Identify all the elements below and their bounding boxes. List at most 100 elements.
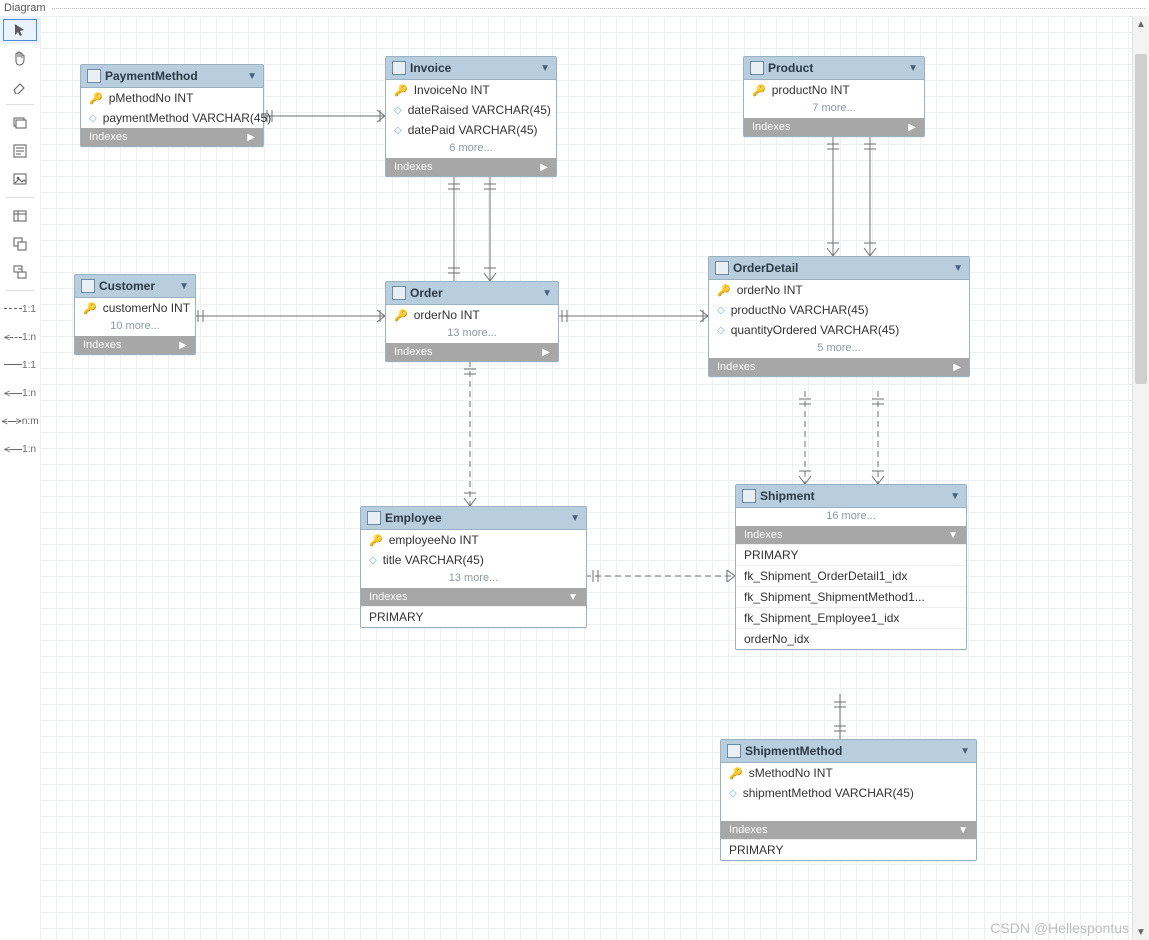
entity-shipment[interactable]: Shipment ▼ 16 more... Indexes▼ PRIMARY f…	[735, 484, 967, 650]
tool-layer[interactable]	[0, 109, 40, 137]
indexes-bar[interactable]: Indexes▶	[386, 158, 556, 176]
tool-pointer[interactable]	[0, 16, 40, 44]
field-row[interactable]: ◇shipmentMethod VARCHAR(45)	[721, 783, 976, 803]
indexes-bar[interactable]: Indexes▶	[744, 118, 924, 136]
indexes-bar[interactable]: Indexes▶	[709, 358, 969, 376]
collapse-icon[interactable]: ▼	[542, 288, 552, 299]
more-fields[interactable]: 5 more...	[709, 340, 969, 358]
field-row[interactable]: ◇paymentMethod VARCHAR(45)	[81, 108, 263, 128]
entity-header[interactable]: Customer ▼	[75, 275, 195, 298]
collapse-icon[interactable]: ▼	[953, 263, 963, 274]
more-fields[interactable]: 13 more...	[386, 325, 558, 343]
tool-note[interactable]	[0, 137, 40, 165]
column-icon: ◇	[394, 105, 402, 116]
entity-header[interactable]: OrderDetail ▼	[709, 257, 969, 280]
tool-new-view[interactable]	[0, 230, 40, 258]
entity-header[interactable]: ShipmentMethod ▼	[721, 740, 976, 763]
scroll-down-icon[interactable]: ▼	[1133, 924, 1149, 940]
tool-image[interactable]	[0, 165, 40, 193]
entity-title: Employee	[385, 511, 566, 525]
tool-rel-n-m[interactable]: ⪪⪫n:m	[0, 407, 40, 435]
expand-icon: ▶	[247, 132, 255, 143]
entity-header[interactable]: PaymentMethod ▼	[81, 65, 263, 88]
more-fields[interactable]: 13 more...	[361, 570, 586, 588]
entity-paymentmethod[interactable]: PaymentMethod ▼ 🔑pMethodNo INT ◇paymentM…	[80, 64, 264, 147]
collapse-icon[interactable]: ▼	[960, 746, 970, 757]
tool-hand[interactable]	[0, 44, 40, 72]
field-row[interactable]: 🔑employeeNo INT	[361, 530, 586, 550]
field-row[interactable]: 🔑sMethodNo INT	[721, 763, 976, 783]
diagram-canvas[interactable]: PaymentMethod ▼ 🔑pMethodNo INT ◇paymentM…	[40, 16, 1133, 940]
index-row[interactable]: PRIMARY	[721, 839, 976, 860]
tool-rel-1-n-identifying[interactable]: ⪪1:n	[0, 323, 40, 351]
entity-title: OrderDetail	[733, 261, 949, 275]
toolbox: 1:1 ⪪1:n 1:1 ⪪1:n ⪪⪫n:m ⪪1:n	[0, 16, 41, 940]
entity-orderdetail[interactable]: OrderDetail ▼ 🔑orderNo INT ◇productNo VA…	[708, 256, 970, 377]
indexes-bar[interactable]: Indexes▶	[75, 336, 195, 354]
tool-rel-1-n-nonident[interactable]: ⪪1:n	[0, 379, 40, 407]
field-row[interactable]: 🔑orderNo INT	[386, 305, 558, 325]
index-row[interactable]: PRIMARY	[736, 544, 966, 565]
indexes-bar[interactable]: Indexes▼	[736, 526, 966, 544]
entity-shipmentmethod[interactable]: ShipmentMethod ▼ 🔑sMethodNo INT ◇shipmen…	[720, 739, 977, 861]
entity-employee[interactable]: Employee ▼ 🔑employeeNo INT ◇title VARCHA…	[360, 506, 587, 628]
more-fields	[721, 803, 976, 821]
more-fields[interactable]: 16 more...	[736, 508, 966, 526]
indexes-bar[interactable]: Indexes▶	[81, 128, 263, 146]
entity-invoice[interactable]: Invoice ▼ 🔑InvoiceNo INT ◇dateRaised VAR…	[385, 56, 557, 177]
tool-routine[interactable]	[0, 258, 40, 286]
tool-rel-1-1-nonident[interactable]: 1:1	[0, 351, 40, 379]
entity-header[interactable]: Invoice ▼	[386, 57, 556, 80]
index-list: PRIMARY	[721, 839, 976, 860]
entity-header[interactable]: Order ▼	[386, 282, 558, 305]
scroll-thumb[interactable]	[1135, 54, 1147, 384]
collapse-icon[interactable]: ▼	[179, 281, 189, 292]
column-icon: ◇	[369, 555, 377, 566]
index-row[interactable]: PRIMARY	[361, 606, 586, 627]
pk-icon: 🔑	[394, 309, 408, 322]
collapse-icon[interactable]: ▼	[950, 491, 960, 502]
index-row[interactable]: fk_Shipment_ShipmentMethod1...	[736, 586, 966, 607]
index-row[interactable]: orderNo_idx	[736, 628, 966, 649]
tool-rel-1-1-identifying[interactable]: 1:1	[0, 295, 40, 323]
collapse-icon[interactable]: ▼	[247, 71, 257, 82]
indexes-bar[interactable]: Indexes▶	[386, 343, 558, 361]
tool-rel-1-n-pick[interactable]: ⪪1:n	[0, 435, 40, 463]
tool-new-table[interactable]	[0, 202, 40, 230]
field-row[interactable]: 🔑customerNo INT	[75, 298, 195, 318]
tool-eraser[interactable]	[0, 72, 40, 100]
scroll-up-icon[interactable]: ▲	[1133, 16, 1149, 32]
more-fields[interactable]: 6 more...	[386, 140, 556, 158]
column-icon: ◇	[717, 325, 725, 336]
index-list: PRIMARY	[361, 606, 586, 627]
more-fields[interactable]: 7 more...	[744, 100, 924, 118]
indexes-bar[interactable]: Indexes▼	[361, 588, 586, 606]
entity-header[interactable]: Product ▼	[744, 57, 924, 80]
field-row[interactable]: ◇dateRaised VARCHAR(45)	[386, 100, 556, 120]
entity-order[interactable]: Order ▼ 🔑orderNo INT 13 more... Indexes▶	[385, 281, 559, 362]
field-row[interactable]: ◇title VARCHAR(45)	[361, 550, 586, 570]
more-fields[interactable]: 10 more...	[75, 318, 195, 336]
entity-header[interactable]: Employee ▼	[361, 507, 586, 530]
indexes-bar[interactable]: Indexes▼	[721, 821, 976, 839]
field-row[interactable]: 🔑pMethodNo INT	[81, 88, 263, 108]
field-row[interactable]: 🔑productNo INT	[744, 80, 924, 100]
field-row[interactable]: ◇quantityOrdered VARCHAR(45)	[709, 320, 969, 340]
pk-icon: 🔑	[89, 92, 103, 105]
field-row[interactable]: ◇productNo VARCHAR(45)	[709, 300, 969, 320]
entity-body: 🔑pMethodNo INT ◇paymentMethod VARCHAR(45…	[81, 88, 263, 128]
index-row[interactable]: fk_Shipment_Employee1_idx	[736, 607, 966, 628]
index-row[interactable]: fk_Shipment_OrderDetail1_idx	[736, 565, 966, 586]
field-row[interactable]: 🔑InvoiceNo INT	[386, 80, 556, 100]
entity-product[interactable]: Product ▼ 🔑productNo INT 7 more... Index…	[743, 56, 925, 137]
collapse-icon[interactable]: ▼	[908, 63, 918, 74]
collapse-icon[interactable]: ▼	[570, 513, 580, 524]
field-row[interactable]: ◇datePaid VARCHAR(45)	[386, 120, 556, 140]
collapse-icon[interactable]: ▼	[540, 63, 550, 74]
field-row[interactable]: 🔑orderNo INT	[709, 280, 969, 300]
entity-title: Order	[410, 286, 538, 300]
entity-customer[interactable]: Customer ▼ 🔑customerNo INT 10 more... In…	[74, 274, 196, 355]
expand-icon: ▶	[542, 347, 550, 358]
vertical-scrollbar[interactable]: ▲ ▼	[1132, 16, 1149, 940]
entity-header[interactable]: Shipment ▼	[736, 485, 966, 508]
